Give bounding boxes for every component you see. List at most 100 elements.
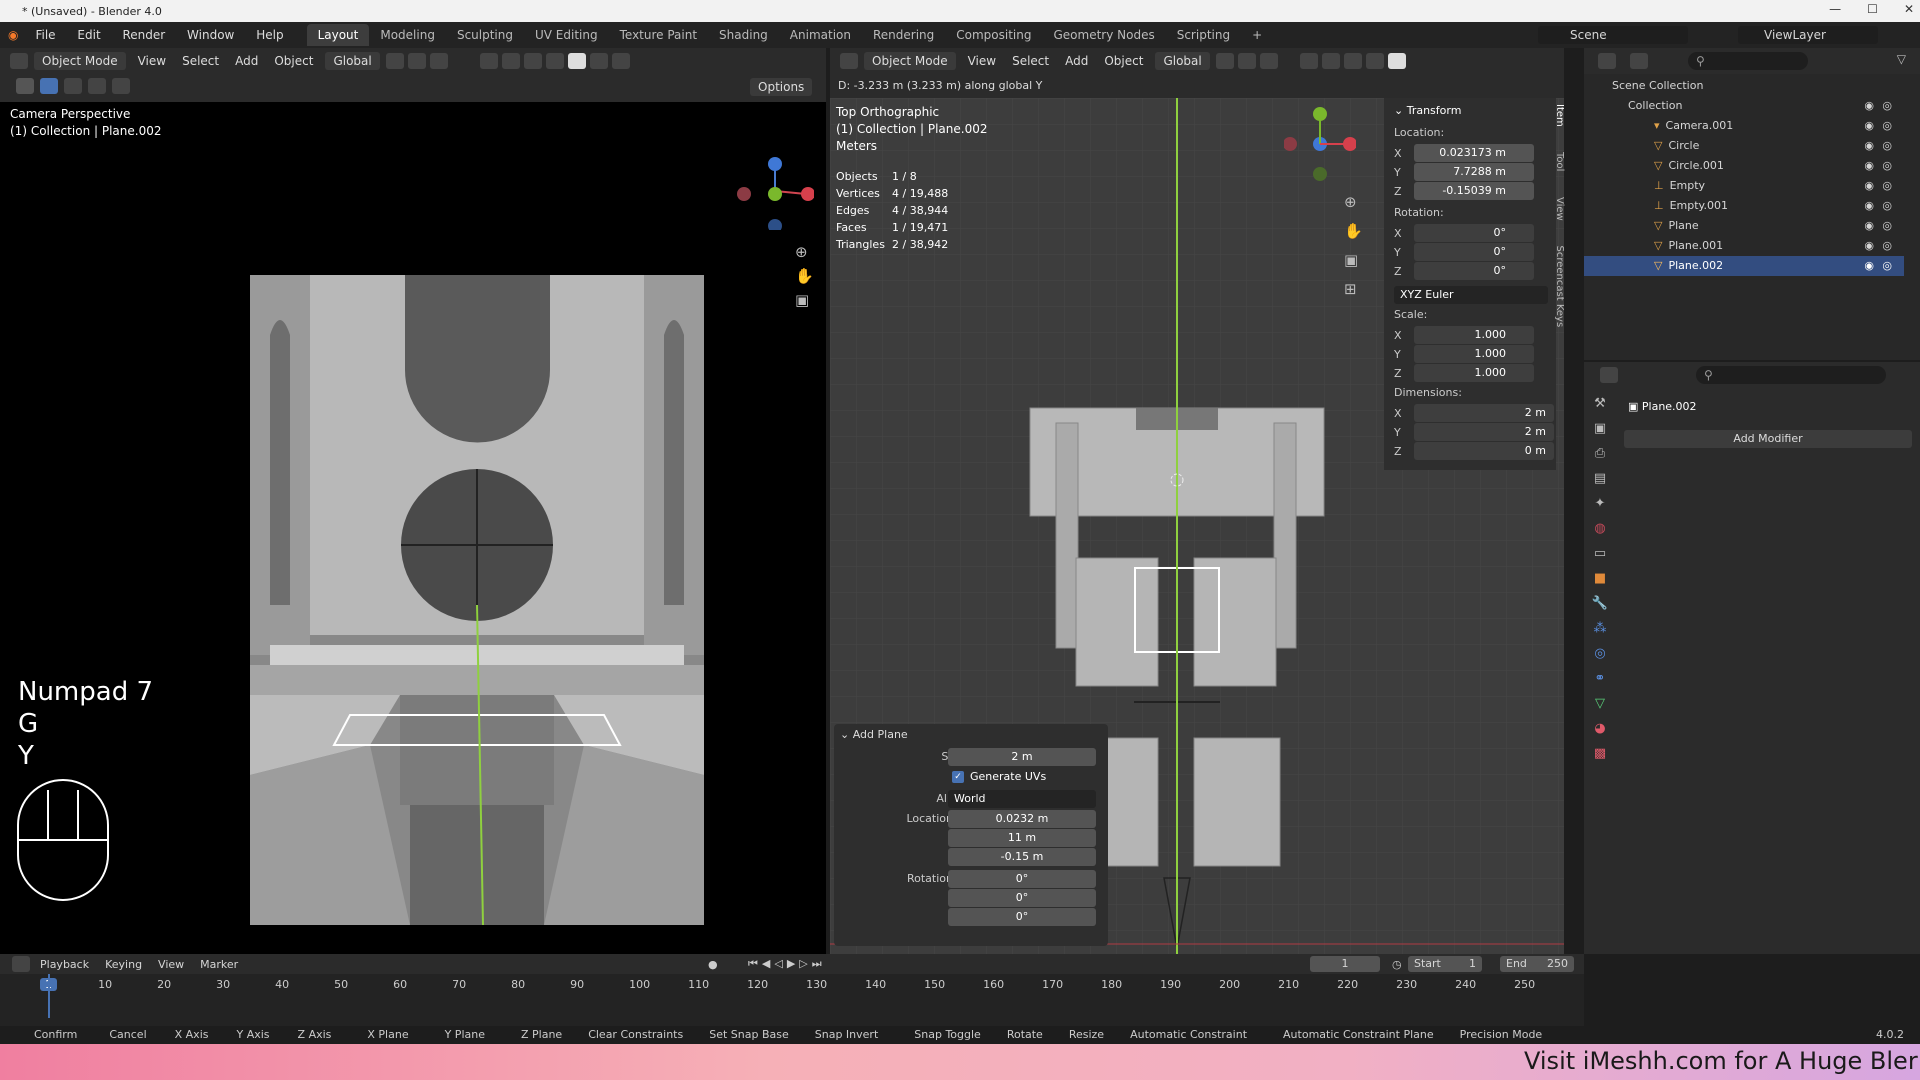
- outliner-item-empty001[interactable]: ⊥ Empty.001 ◉ ◎: [1584, 196, 1904, 216]
- outliner-search-input[interactable]: ⚲: [1688, 52, 1808, 70]
- select-extend-icon[interactable]: [64, 78, 82, 94]
- menu-edit[interactable]: Edit: [77, 28, 100, 42]
- gizmo-icon[interactable]: [501, 53, 520, 69]
- material-tab-icon[interactable]: ◕: [1594, 721, 1605, 736]
- add-menu[interactable]: Add: [235, 54, 258, 68]
- pivot-icon[interactable]: [1215, 53, 1234, 69]
- maximize-icon[interactable]: ☐: [1867, 2, 1878, 16]
- add-menu[interactable]: Add: [1065, 54, 1088, 68]
- pivot-icon[interactable]: [385, 53, 404, 69]
- object-menu[interactable]: Object: [274, 54, 313, 68]
- outliner-item-empty[interactable]: ⊥ Empty ◉ ◎: [1584, 176, 1904, 196]
- tab-rendering[interactable]: Rendering: [862, 24, 945, 46]
- timeline-area[interactable]: 1102030405060708090100110120130140150160…: [0, 974, 1584, 1026]
- grid-icon[interactable]: ⊞: [1344, 275, 1363, 304]
- snap-icon[interactable]: [1237, 53, 1256, 69]
- tab-uv-editing[interactable]: UV Editing: [524, 24, 609, 46]
- playhead[interactable]: [48, 974, 50, 1018]
- rotation-z-field[interactable]: 0°: [1414, 262, 1534, 280]
- render-icon[interactable]: ◎: [1882, 236, 1892, 256]
- render-icon[interactable]: ◎: [1882, 96, 1892, 116]
- shading-material-icon[interactable]: [589, 53, 608, 69]
- marker-menu[interactable]: Marker: [200, 958, 238, 971]
- outliner-item-circle001[interactable]: ▽ Circle.001 ◉ ◎: [1584, 156, 1904, 176]
- playback-menu[interactable]: Playback: [40, 958, 89, 971]
- data-tab-icon[interactable]: ▽: [1595, 696, 1605, 711]
- scene-selector[interactable]: Scene: [1538, 26, 1688, 44]
- editor-type-icon[interactable]: [1598, 53, 1616, 69]
- zoom-icon[interactable]: ⊕: [1344, 188, 1363, 217]
- tab-item[interactable]: Item: [1554, 104, 1565, 127]
- render-icon[interactable]: ◎: [1882, 156, 1892, 176]
- transform-header[interactable]: ⌄ Transform: [1394, 102, 1461, 119]
- xray-icon[interactable]: [545, 53, 564, 69]
- tab-animation[interactable]: Animation: [779, 24, 862, 46]
- render-icon[interactable]: ◎: [1882, 256, 1892, 276]
- outliner-item-plane[interactable]: ▽ Plane ◉ ◎: [1584, 216, 1904, 236]
- options-dropdown[interactable]: Options: [750, 78, 813, 96]
- dimension-y-field[interactable]: 2 m: [1414, 423, 1554, 441]
- generate-uvs-checkbox[interactable]: ✓: [952, 771, 964, 783]
- menu-help[interactable]: Help: [256, 28, 283, 42]
- outliner-item-circle[interactable]: ▽ Circle ◉ ◎: [1584, 136, 1904, 156]
- editor-type-icon[interactable]: [12, 956, 30, 972]
- object-mode-dropdown[interactable]: Object Mode: [34, 52, 126, 70]
- overlay-icon[interactable]: [1343, 53, 1362, 69]
- render-tab-icon[interactable]: ▣: [1594, 421, 1606, 436]
- record-icon[interactable]: ●: [708, 958, 718, 971]
- eye-icon[interactable]: ◉: [1864, 236, 1874, 256]
- shading-rendered-icon[interactable]: [611, 53, 630, 69]
- plane-location-y-field[interactable]: 11 m: [948, 829, 1096, 847]
- editor-type-icon[interactable]: [840, 53, 858, 69]
- add-plane-header[interactable]: ⌄ Add Plane: [840, 726, 908, 743]
- dimension-z-field[interactable]: 0 m: [1414, 442, 1554, 460]
- add-modifier-button[interactable]: Add Modifier: [1624, 430, 1912, 448]
- eye-icon[interactable]: ◉: [1864, 136, 1874, 156]
- location-x-field[interactable]: 0.023173 m: [1414, 144, 1534, 162]
- properties-search-input[interactable]: ⚲: [1696, 366, 1886, 384]
- overlay-icon[interactable]: [523, 53, 542, 69]
- select-box-icon[interactable]: [16, 78, 34, 94]
- eye-icon[interactable]: ◉: [1864, 116, 1874, 136]
- eye-icon[interactable]: ◉: [1864, 196, 1874, 216]
- dimension-x-field[interactable]: 2 m: [1414, 404, 1554, 422]
- tab-shading[interactable]: Shading: [708, 24, 779, 46]
- xray-icon[interactable]: [1365, 53, 1384, 69]
- pan-icon[interactable]: ✋: [1344, 217, 1363, 246]
- tab-texture-paint[interactable]: Texture Paint: [609, 24, 708, 46]
- scene-tab-icon[interactable]: ✦: [1595, 496, 1606, 511]
- constraints-tab-icon[interactable]: ⚭: [1595, 671, 1606, 686]
- rotation-mode-dropdown[interactable]: XYZ Euler: [1394, 286, 1548, 304]
- align-dropdown[interactable]: World: [948, 790, 1096, 808]
- playback-controls[interactable]: ⏮◀◁▶▷⏭: [748, 957, 826, 971]
- view-menu[interactable]: View: [138, 54, 166, 68]
- render-icon[interactable]: ◎: [1882, 196, 1892, 216]
- tab-tool[interactable]: Tool: [1554, 152, 1565, 171]
- shading-solid-icon[interactable]: [567, 53, 586, 69]
- rotation-y-field[interactable]: 0°: [1414, 243, 1534, 261]
- eye-icon[interactable]: ◉: [1864, 96, 1874, 116]
- plane-rotation-z-field[interactable]: 0°: [948, 908, 1096, 926]
- scale-x-field[interactable]: 1.000: [1414, 326, 1534, 344]
- gizmo-icon[interactable]: [1321, 53, 1340, 69]
- plane-size-field[interactable]: 2 m: [948, 748, 1096, 766]
- navigation-gizmo[interactable]: [1284, 104, 1356, 184]
- outliner-item-plane001[interactable]: ▽ Plane.001 ◉ ◎: [1584, 236, 1904, 256]
- eye-icon[interactable]: ◉: [1864, 176, 1874, 196]
- tab-screencast-keys[interactable]: Screencast Keys: [1554, 246, 1565, 328]
- tab-modeling[interactable]: Modeling: [369, 24, 446, 46]
- plane-location-x-field[interactable]: 0.0232 m: [948, 810, 1096, 828]
- close-icon[interactable]: ✕: [1904, 2, 1914, 16]
- modifier-tab-icon[interactable]: 🔧: [1592, 596, 1608, 611]
- select-invert-icon[interactable]: [112, 78, 130, 94]
- view-layer-tab-icon[interactable]: ▤: [1594, 471, 1606, 486]
- top-ortho-viewport[interactable]: Object Mode View Select Add Object Globa…: [830, 48, 1565, 954]
- tab-sculpting[interactable]: Sculpting: [446, 24, 524, 46]
- proportional-edit-icon[interactable]: [1259, 53, 1278, 69]
- transform-orientation-dropdown[interactable]: Global: [1155, 52, 1210, 70]
- camera-view-icon[interactable]: ▣: [795, 288, 814, 312]
- menu-file[interactable]: File: [35, 28, 55, 42]
- view-menu[interactable]: View: [158, 958, 184, 971]
- tab-geometry-nodes[interactable]: Geometry Nodes: [1042, 24, 1165, 46]
- editor-type-icon[interactable]: [10, 53, 28, 69]
